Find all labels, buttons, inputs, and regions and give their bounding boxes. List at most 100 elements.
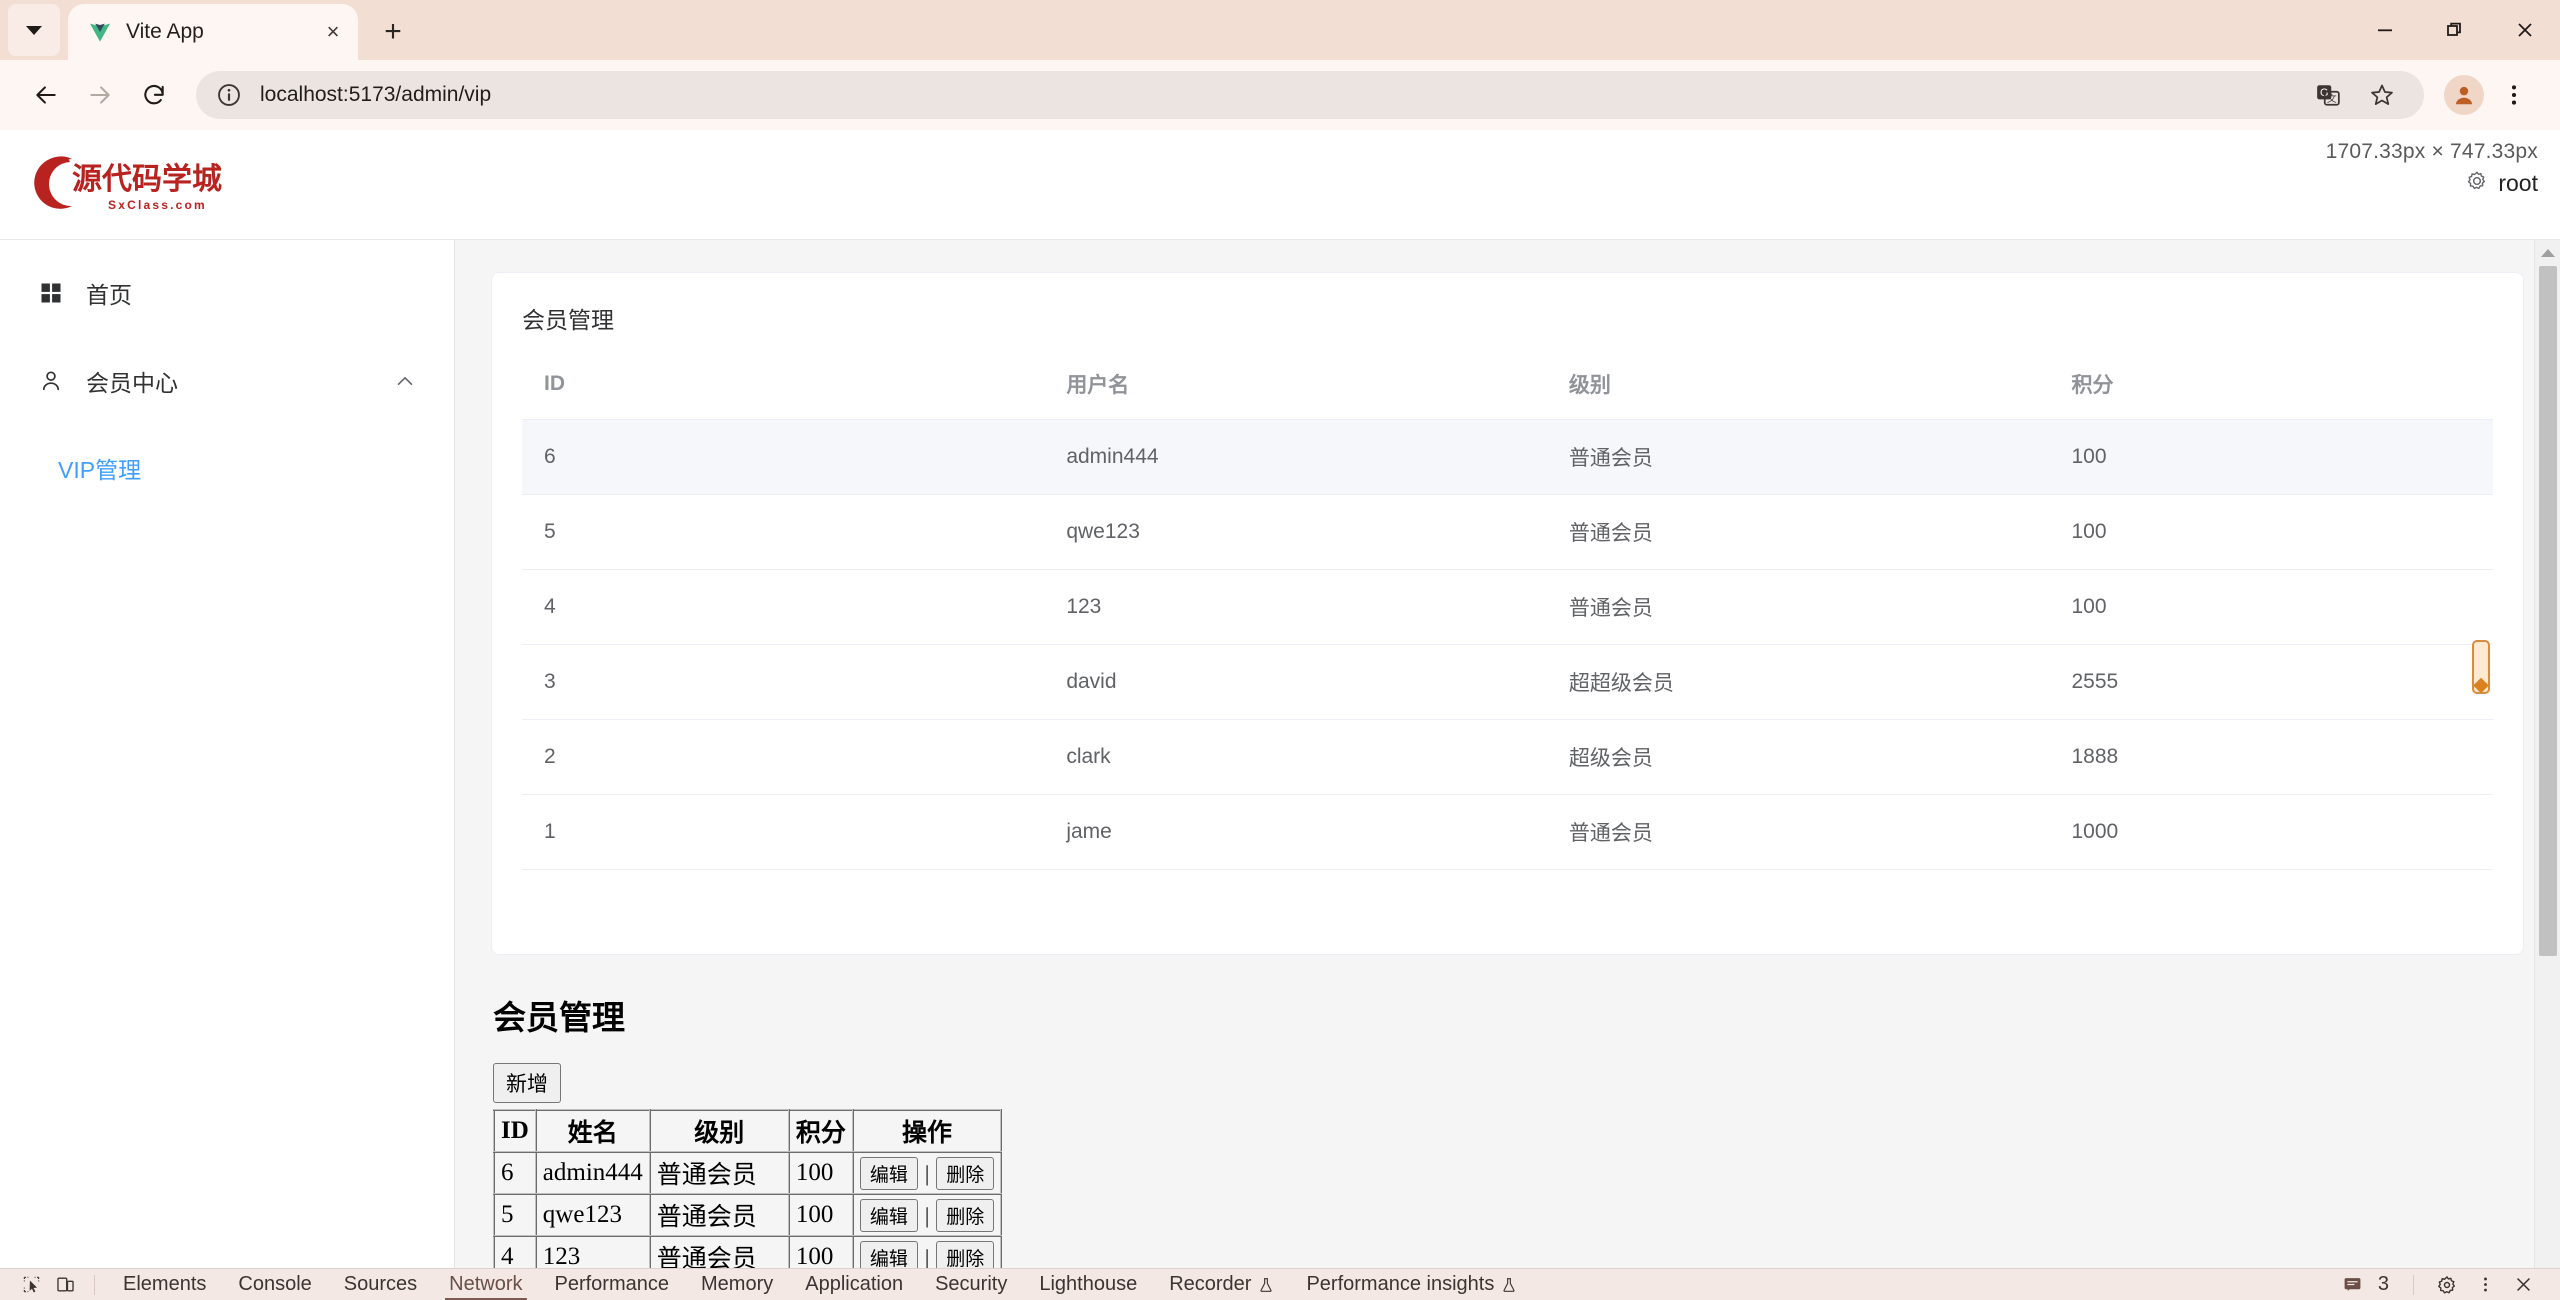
cell-username: admin444 [1044,419,1547,495]
console-message-icon[interactable] [2336,1271,2370,1299]
add-button[interactable]: 新增 [493,1063,561,1103]
new-tab-button[interactable]: + [370,9,416,55]
sidebar-item-vip-management[interactable]: VIP管理 [0,438,454,498]
action-separator: | [924,1244,930,1269]
bookmark-star-icon[interactable] [2358,71,2406,119]
sidebar-group-label: 会员中心 [86,370,178,396]
device-toolbar-icon[interactable] [48,1271,82,1299]
column-header-level[interactable]: 级别 [1546,349,2050,420]
edit-button[interactable]: 编辑 [859,1240,918,1268]
cell-username: david [1044,644,1547,720]
window-close-button[interactable] [2490,0,2560,60]
plain-column-header-level: 级别 [648,1109,790,1153]
tab-title: Vite App [126,20,204,43]
scrollbar-thumb[interactable] [2539,266,2557,956]
devtools-tab-elements[interactable]: Elements [107,1269,222,1300]
delete-button[interactable]: 删除 [936,1240,995,1268]
header-right: 1707.33px × 747.33px root [2326,140,2538,197]
sidebar-group-member-center[interactable]: 会员中心 [0,350,454,412]
plain-cell-id: 6 [493,1151,537,1195]
triangle-up-icon [2540,249,2555,257]
window-minimize-button[interactable] [2350,0,2420,60]
tab-close-icon[interactable]: × [318,17,348,47]
devtools-tab-sources[interactable]: Sources [328,1269,433,1300]
delete-button[interactable]: 删除 [936,1198,995,1232]
cell-id: 1 [522,794,1045,870]
user-block[interactable]: root [2326,170,2538,197]
devtools-tab-recorder[interactable]: Recorder [1153,1269,1290,1300]
inspect-element-icon[interactable] [14,1271,48,1299]
grid-icon [38,280,64,306]
plain-table-body: 6 admin444 普通会员 100 编辑 | 删除 5 qwe123 普通会员 100 编辑 | 删除… [493,1151,1003,1269]
cell-level: 普通会员 [1546,494,2050,570]
browser-toolbar: localhost:5173/admin/vip G 文 [0,60,2560,130]
plain-cell-level: 普通会员 [648,1193,790,1237]
devtools-tab-performance[interactable]: Performance [539,1269,686,1300]
cell-id: 4 [522,569,1045,645]
plain-cell-points: 100 [787,1235,854,1268]
profile-avatar[interactable] [2444,75,2484,115]
translate-icon[interactable]: G 文 [2304,71,2352,119]
gear-icon[interactable] [2430,1271,2464,1299]
devtools-tab-security[interactable]: Security [919,1269,1023,1300]
column-header-points[interactable]: 积分 [2049,349,2493,420]
cell-level: 超级会员 [1546,719,2050,795]
info-circle-icon[interactable] [214,80,244,110]
address-bar[interactable]: localhost:5173/admin/vip G 文 [196,71,2424,119]
kebab-menu-icon[interactable] [2468,1271,2502,1299]
page-scrollbar[interactable] [2534,240,2560,1268]
column-header-username[interactable]: 用户名 [1044,349,1547,420]
chevron-down-icon [26,25,42,35]
plain-cell-id: 5 [493,1193,537,1237]
gear-icon[interactable] [2466,170,2488,197]
devtools-bar: Elements Console Sources Network Performance… [0,1268,2560,1300]
edit-button[interactable]: 编辑 [859,1198,918,1232]
devtools-tab-memory[interactable]: Memory [685,1269,789,1300]
plain-cell-points: 100 [787,1193,854,1237]
tab-search-button[interactable] [8,4,60,56]
plain-table-head: ID 姓名 级别 积分 操作 [493,1109,1003,1153]
reload-button[interactable] [130,71,178,119]
devtools-tab-network[interactable]: Network [433,1269,538,1300]
devtools-tab-application[interactable]: Application [789,1269,919,1300]
reload-icon [144,85,164,105]
table-row[interactable]: 5 qwe123 普通会员 100 [522,494,2493,570]
back-arrow-icon [36,86,56,104]
plain-column-header-name: 姓名 [534,1109,651,1153]
plain-vip-table: ID 姓名 级别 积分 操作 6 admin444 普通会员 100 编辑 | 删除 5 qwe… [493,1109,1003,1269]
back-button[interactable] [22,71,70,119]
devtools-tab-performance-insights[interactable]: Performance insights [1290,1269,1533,1300]
table-row[interactable]: 6 admin444 普通会员 100 [522,419,2493,495]
forward-button[interactable] [76,71,124,119]
plain-heading: 会员管理 [493,1001,625,1037]
chevron-up-icon [394,370,416,392]
orange-scroll-marker[interactable] [2472,640,2490,694]
cell-username: 123 [1044,569,1547,645]
site-logo[interactable]: 源代码学城 SxClass.com [0,149,244,221]
content-area: 会员管理 ID 用户名 级别 积分 6 admin444 普通会员 100 5 qwe12… [455,240,2560,1268]
plain-cell-id: 4 [493,1235,537,1268]
table-row[interactable]: 2 clark 超级会员 1888 [522,719,2493,795]
app-header: 源代码学城 SxClass.com 1707.33px × 747.33px r… [0,130,2560,240]
table-row[interactable]: 4 123 普通会员 100 [522,569,2493,645]
window-maximize-button[interactable] [2420,0,2490,60]
devtools-tab-label: Memory [701,1273,774,1295]
scrollbar-up-arrow[interactable] [2535,240,2560,266]
close-icon[interactable] [2506,1271,2540,1299]
column-header-id[interactable]: ID [522,349,1045,420]
delete-button[interactable]: 删除 [936,1156,995,1190]
table-header-row: ID 用户名 级别 积分 [522,349,2493,420]
devtools-tab-label: Network [449,1273,523,1295]
devtools-tab-lighthouse[interactable]: Lighthouse [1023,1269,1153,1300]
browser-tab[interactable]: Vite App × [68,4,358,60]
devtools-tab-console[interactable]: Console [222,1269,327,1300]
table-row[interactable]: 1 jame 普通会员 1000 [522,794,2493,870]
sidebar-item-home[interactable]: 首页 [0,262,454,324]
cell-points: 2555 [2049,644,2493,720]
cell-username: clark [1044,719,1547,795]
table-row[interactable]: 3 david 超超级会员 2555 [522,644,2493,720]
browser-menu-button[interactable] [2490,71,2538,119]
edit-button[interactable]: 编辑 [859,1156,918,1190]
svg-text:SxClass.com: SxClass.com [108,198,207,212]
